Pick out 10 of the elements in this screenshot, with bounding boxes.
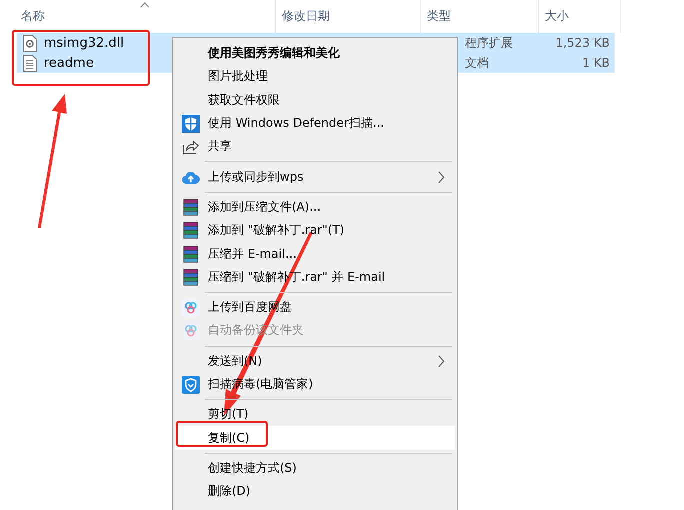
file-size: 1,523 KB	[556, 36, 610, 50]
column-label: 大小	[545, 8, 569, 25]
column-label: 类型	[427, 8, 451, 25]
file-name: readme	[44, 56, 94, 70]
column-label: 名称	[21, 8, 45, 25]
file-type: 文档	[465, 56, 489, 70]
file-name: msimg32.dll	[44, 36, 124, 50]
file-size: 1 KB	[582, 56, 610, 70]
column-label: 修改日期	[282, 8, 330, 25]
file-type: 程序扩展	[465, 36, 513, 50]
